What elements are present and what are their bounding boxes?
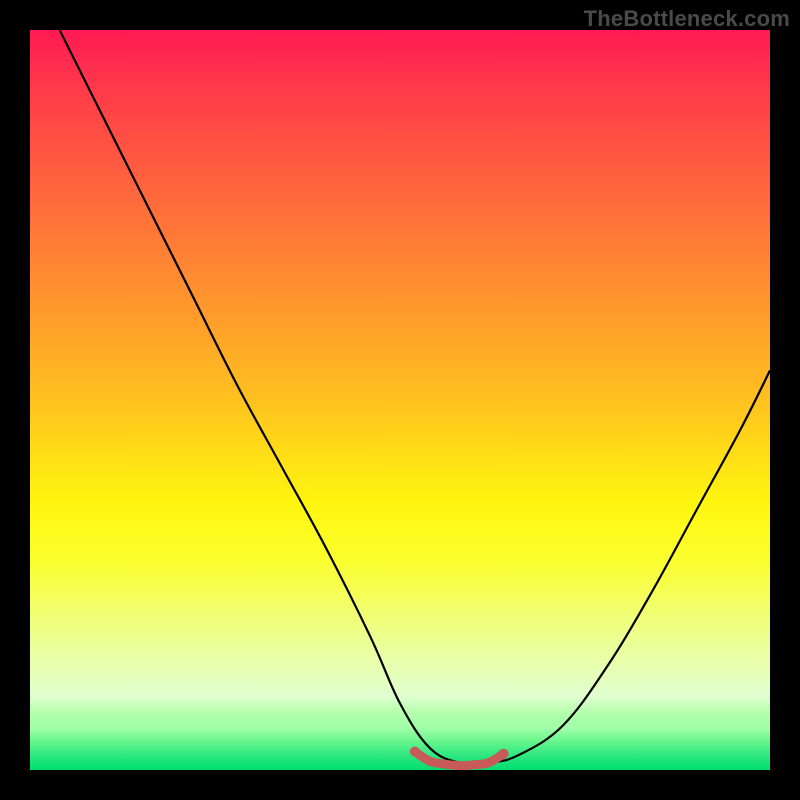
bottleneck-curve-path bbox=[60, 30, 770, 764]
optimal-range-marker-path bbox=[415, 752, 504, 766]
marker-end-left bbox=[410, 747, 420, 757]
watermark-text: TheBottleneck.com bbox=[584, 6, 790, 32]
marker-end-right bbox=[499, 749, 509, 759]
chart-plot-area bbox=[30, 30, 770, 770]
chart-svg bbox=[30, 30, 770, 770]
